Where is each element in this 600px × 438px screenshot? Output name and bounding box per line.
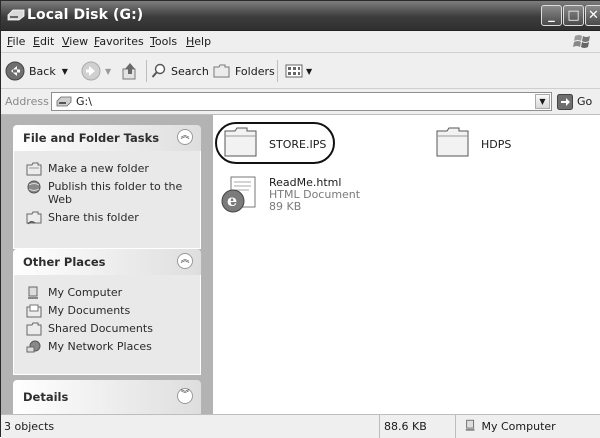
panel-body: Make a new folder Publish this folder to… <box>13 151 201 249</box>
file-item-readme[interactable]: e ReadMe.html HTML Document 89 KB <box>219 175 360 215</box>
drive-icon <box>56 96 72 107</box>
menu-help[interactable]: Help <box>186 35 211 48</box>
task-label: Publish this folder to the Web <box>48 180 183 206</box>
computer-icon <box>28 286 38 299</box>
place-label: My Documents <box>48 304 131 317</box>
toolbar: Back ▼ ▼ Search Folders ▼ <box>1 53 600 89</box>
panel-header[interactable]: Other Places ︽ <box>13 249 201 275</box>
forward-arrow-icon <box>81 61 101 81</box>
explorer-window: Local Disk (G:) _ □ ✕ File Edit View Fav… <box>0 0 600 438</box>
task-pane: File and Folder Tasks ︽ Make a new folde… <box>1 115 213 414</box>
folder-item-hdps[interactable]: HDPS <box>435 125 511 159</box>
status-location: My Computer <box>455 415 600 438</box>
menu-edit[interactable]: Edit <box>33 35 54 48</box>
task-make-new-folder[interactable]: Make a new folder <box>14 162 200 176</box>
toolbar-separator <box>146 60 147 82</box>
back-dropdown-icon[interactable]: ▼ <box>62 67 68 76</box>
file-details: ReadMe.html HTML Document 89 KB <box>269 177 360 215</box>
place-network-places[interactable]: My Network Places <box>14 340 200 353</box>
place-shared-documents[interactable]: Shared Documents <box>14 322 200 336</box>
folders-icon <box>213 64 230 78</box>
menu-file[interactable]: File <box>7 35 25 48</box>
html-document-icon: e <box>221 176 256 213</box>
forward-button[interactable]: ▼ <box>81 53 111 89</box>
panel-header[interactable]: Details ︾ <box>13 380 201 414</box>
views-grid-icon <box>285 64 303 78</box>
folder-icon <box>436 127 469 157</box>
new-folder-icon <box>26 162 42 176</box>
collapse-chevron-icon[interactable]: ︽ <box>177 129 193 145</box>
forward-dropdown-icon[interactable]: ▼ <box>105 67 111 76</box>
status-bar: 3 objects 88.6 KB My Computer <box>1 414 600 438</box>
drive-icon <box>7 9 25 21</box>
task-publish-web[interactable]: Publish this folder to the Web <box>14 180 200 206</box>
documents-icon <box>26 304 42 318</box>
address-label: Address <box>5 95 49 108</box>
up-folder-button[interactable] <box>121 53 139 89</box>
menu-tools[interactable]: Tools <box>150 35 177 48</box>
title-bar[interactable]: Local Disk (G:) _ □ ✕ <box>1 1 600 31</box>
menu-bar: File Edit View Favorites Tools Help <box>1 31 600 53</box>
maximize-button[interactable]: □ <box>563 5 584 26</box>
panel-title: File and Folder Tasks <box>23 131 160 145</box>
file-name: HDPS <box>481 138 512 151</box>
status-object-count: 3 objects <box>4 420 55 433</box>
svg-text:e: e <box>227 191 237 210</box>
address-bar: Address G:\ ▼ Go <box>1 89 600 115</box>
computer-icon <box>465 419 475 431</box>
search-button[interactable]: Search <box>151 53 209 89</box>
back-button[interactable]: Back ▼ <box>5 53 68 89</box>
close-icon: ✕ <box>588 8 599 23</box>
go-button[interactable]: Go <box>557 92 592 111</box>
toolbar-separator <box>277 60 278 82</box>
place-label: My Computer <box>48 286 123 299</box>
minimize-icon: _ <box>548 8 555 23</box>
network-icon <box>26 340 41 353</box>
task-share-folder[interactable]: Share this folder <box>14 211 200 225</box>
window-title: Local Disk (G:) <box>27 7 144 23</box>
menu-view[interactable]: View <box>62 35 88 48</box>
views-button[interactable]: ▼ <box>285 53 312 89</box>
close-button[interactable]: ✕ <box>585 5 600 26</box>
expand-chevron-icon[interactable]: ︾ <box>177 388 193 404</box>
panel-title: Details <box>23 390 69 404</box>
panel-body: My Computer My Documents Shared Document… <box>13 275 201 375</box>
place-my-documents[interactable]: My Documents <box>14 304 200 318</box>
status-location-label: My Computer <box>481 420 556 433</box>
address-input[interactable]: G:\ ▼ <box>51 92 552 111</box>
other-places-panel: Other Places ︽ My Computer My Documents … <box>13 249 201 375</box>
back-label: Back <box>29 64 56 78</box>
place-label: Shared Documents <box>48 322 153 335</box>
panel-header[interactable]: File and Folder Tasks ︽ <box>13 125 201 151</box>
up-folder-icon <box>122 63 136 80</box>
folders-label: Folders <box>235 64 275 78</box>
place-my-computer[interactable]: My Computer <box>14 286 200 299</box>
task-label: Make a new folder <box>48 162 149 175</box>
windows-logo-icon <box>573 35 590 48</box>
go-arrow-icon <box>557 93 573 110</box>
panel-title: Other Places <box>23 255 106 269</box>
maximize-icon: □ <box>567 8 580 23</box>
back-arrow-icon <box>5 61 25 81</box>
search-label: Search <box>171 64 209 78</box>
go-label: Go <box>577 95 593 108</box>
menu-favorites[interactable]: Favorites <box>94 35 144 48</box>
views-dropdown-icon: ▼ <box>306 66 313 76</box>
place-label: My Network Places <box>48 340 152 353</box>
highlight-ring <box>215 122 335 164</box>
share-folder-icon <box>26 211 42 225</box>
search-icon <box>151 63 166 78</box>
folders-button[interactable]: Folders <box>213 53 275 89</box>
address-dropdown-icon[interactable]: ▼ <box>535 94 550 109</box>
minimize-button[interactable]: _ <box>541 5 562 26</box>
shared-folder-icon <box>26 322 42 336</box>
task-label: Share this folder <box>48 211 139 224</box>
address-value: G:\ <box>76 95 92 108</box>
file-folder-tasks-panel: File and Folder Tasks ︽ Make a new folde… <box>13 125 201 249</box>
publish-web-icon <box>27 180 41 194</box>
details-panel: Details ︾ <box>13 380 201 414</box>
file-size: 89 KB <box>269 200 302 213</box>
collapse-chevron-icon[interactable]: ︽ <box>177 253 193 269</box>
status-size: 88.6 KB <box>379 415 455 438</box>
